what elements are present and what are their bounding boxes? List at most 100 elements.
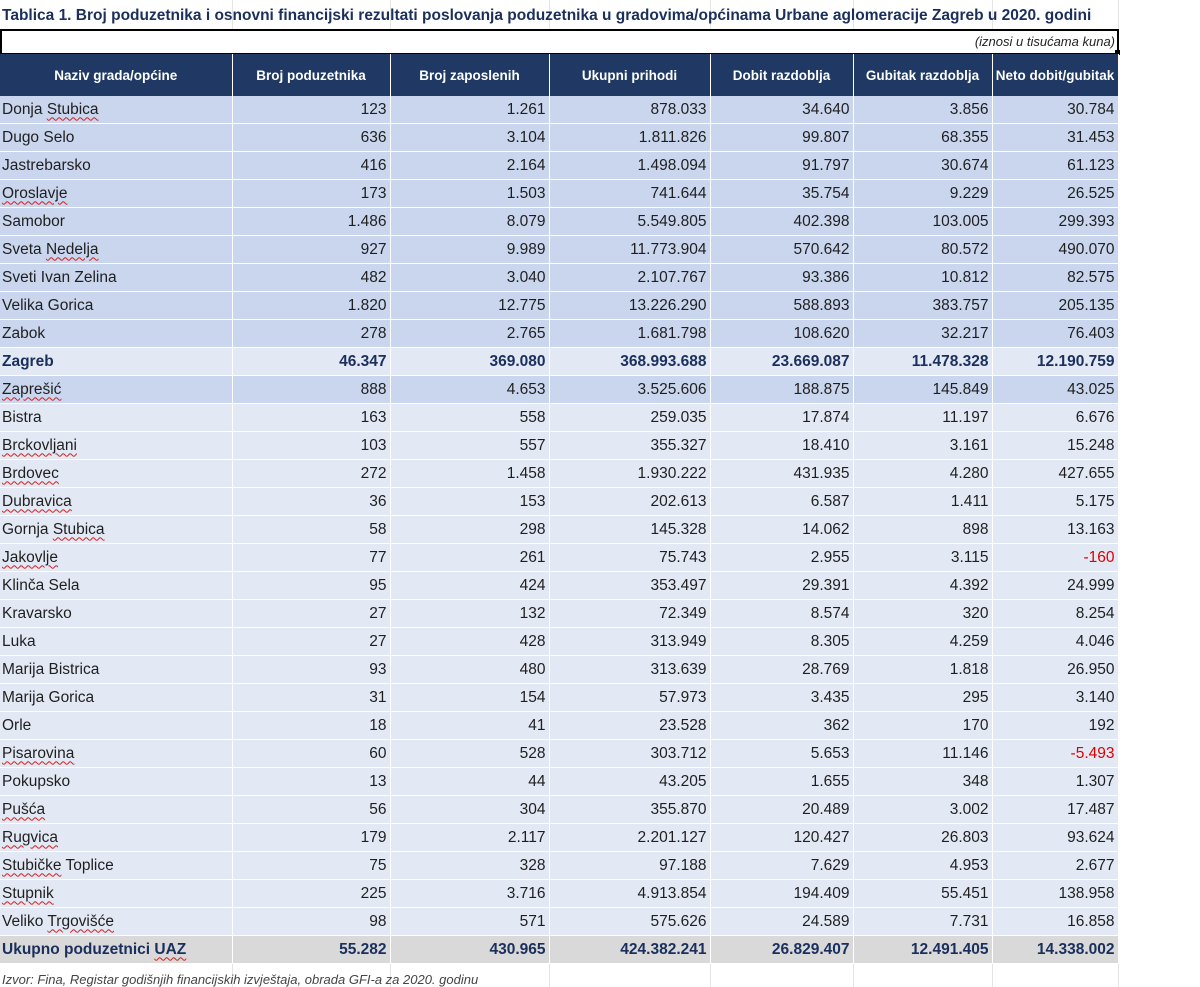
- column-header-enterprises[interactable]: Broj poduzetnika: [232, 54, 391, 96]
- cell-net[interactable]: -5.493: [992, 739, 1119, 768]
- cell-loss[interactable]: 4.392: [853, 571, 993, 600]
- cell-net[interactable]: 31.453: [992, 123, 1119, 152]
- cell-profit[interactable]: 14.062: [710, 515, 854, 544]
- cell-employees[interactable]: 41: [390, 711, 550, 740]
- cell-loss[interactable]: 11.197: [853, 403, 993, 432]
- cell-revenue[interactable]: 355.327: [549, 431, 711, 460]
- cell-loss[interactable]: 348: [853, 767, 993, 796]
- cell-profit[interactable]: 28.769: [710, 655, 854, 684]
- cell-enterprises[interactable]: 27: [232, 599, 391, 628]
- cell-enterprises[interactable]: 636: [232, 123, 391, 152]
- cell-enterprises[interactable]: 93: [232, 655, 391, 684]
- cell-net[interactable]: 13.163: [992, 515, 1119, 544]
- cell-profit[interactable]: 431.935: [710, 459, 854, 488]
- cell-employees[interactable]: 154: [390, 683, 550, 712]
- cell-profit[interactable]: 17.874: [710, 403, 854, 432]
- cell-loss[interactable]: 3.115: [853, 543, 993, 572]
- cell-employees[interactable]: 3.104: [390, 123, 550, 152]
- cell-enterprises[interactable]: 98: [232, 907, 391, 936]
- cell-loss[interactable]: 68.355: [853, 123, 993, 152]
- cell-enterprises[interactable]: 31: [232, 683, 391, 712]
- cell-net[interactable]: 5.175: [992, 487, 1119, 516]
- cell-net[interactable]: 26.950: [992, 655, 1119, 684]
- cell-net[interactable]: 490.070: [992, 235, 1119, 264]
- cell-revenue[interactable]: 878.033: [549, 96, 711, 124]
- cell-revenue[interactable]: 1.930.222: [549, 459, 711, 488]
- cell-profit[interactable]: 1.655: [710, 767, 854, 796]
- cell-enterprises[interactable]: 123: [232, 96, 391, 124]
- column-header-net[interactable]: Neto dobit/gubitak: [992, 54, 1119, 96]
- cell-enterprises[interactable]: 163: [232, 403, 391, 432]
- cell-enterprises[interactable]: 13: [232, 767, 391, 796]
- selected-cell-range[interactable]: (iznosi u tisućama kuna): [0, 29, 1119, 55]
- cell-profit[interactable]: 7.629: [710, 851, 854, 880]
- cell-loss[interactable]: 295: [853, 683, 993, 712]
- cell-employees[interactable]: 2.765: [390, 319, 550, 348]
- cell-employees[interactable]: 12.775: [390, 291, 550, 320]
- cell-revenue[interactable]: 353.497: [549, 571, 711, 600]
- cell-revenue[interactable]: 145.328: [549, 515, 711, 544]
- cell-name[interactable]: Jakovlje: [0, 543, 233, 572]
- cell-profit[interactable]: 18.410: [710, 431, 854, 460]
- cell-name[interactable]: Pokupsko: [0, 767, 233, 796]
- cell-loss[interactable]: 145.849: [853, 375, 993, 404]
- cell-revenue[interactable]: 424.382.241: [549, 935, 711, 964]
- cell-loss[interactable]: 3.002: [853, 795, 993, 824]
- cell-profit[interactable]: 20.489: [710, 795, 854, 824]
- cell-employees[interactable]: 3.716: [390, 879, 550, 908]
- cell-name[interactable]: Jastrebarsko: [0, 151, 233, 180]
- cell-loss[interactable]: 9.229: [853, 179, 993, 208]
- cell-profit[interactable]: 23.669.087: [710, 347, 854, 376]
- cell-employees[interactable]: 304: [390, 795, 550, 824]
- cell-enterprises[interactable]: 56: [232, 795, 391, 824]
- cell-net[interactable]: -160: [992, 543, 1119, 572]
- cell-loss[interactable]: 170: [853, 711, 993, 740]
- cell-profit[interactable]: 8.574: [710, 599, 854, 628]
- cell-profit[interactable]: 93.386: [710, 263, 854, 292]
- cell-profit[interactable]: 24.589: [710, 907, 854, 936]
- cell-revenue[interactable]: 303.712: [549, 739, 711, 768]
- cell-revenue[interactable]: 368.993.688: [549, 347, 711, 376]
- cell-net[interactable]: 427.655: [992, 459, 1119, 488]
- cell-loss[interactable]: 55.451: [853, 879, 993, 908]
- cell-revenue[interactable]: 313.949: [549, 627, 711, 656]
- cell-name[interactable]: Orle: [0, 711, 233, 740]
- cell-net[interactable]: 82.575: [992, 263, 1119, 292]
- cell-net[interactable]: 6.676: [992, 403, 1119, 432]
- cell-net[interactable]: 1.307: [992, 767, 1119, 796]
- cell-name[interactable]: Marija Bistrica: [0, 655, 233, 684]
- cell-net[interactable]: 93.624: [992, 823, 1119, 852]
- cell-loss[interactable]: 3.161: [853, 431, 993, 460]
- cell-enterprises[interactable]: 225: [232, 879, 391, 908]
- cell-net[interactable]: 8.254: [992, 599, 1119, 628]
- cell-employees[interactable]: 261: [390, 543, 550, 572]
- cell-name[interactable]: Dugo Selo: [0, 123, 233, 152]
- cell-revenue[interactable]: 259.035: [549, 403, 711, 432]
- cell-name[interactable]: Sveta Nedelja: [0, 235, 233, 264]
- cell-enterprises[interactable]: 179: [232, 823, 391, 852]
- cell-enterprises[interactable]: 27: [232, 627, 391, 656]
- cell-name[interactable]: Samobor: [0, 207, 233, 236]
- cell-name[interactable]: Zagreb: [0, 347, 233, 376]
- cell-net[interactable]: 14.338.002: [992, 935, 1119, 964]
- cell-profit[interactable]: 8.305: [710, 627, 854, 656]
- cell-net[interactable]: 192: [992, 711, 1119, 740]
- cell-profit[interactable]: 2.955: [710, 543, 854, 572]
- cell-revenue[interactable]: 1.681.798: [549, 319, 711, 348]
- cell-profit[interactable]: 188.875: [710, 375, 854, 404]
- cell-name[interactable]: Pisarovina: [0, 739, 233, 768]
- cell-profit[interactable]: 26.829.407: [710, 935, 854, 964]
- cell-loss[interactable]: 80.572: [853, 235, 993, 264]
- cell-enterprises[interactable]: 18: [232, 711, 391, 740]
- cell-employees[interactable]: 1.261: [390, 96, 550, 124]
- cell-profit[interactable]: 5.653: [710, 739, 854, 768]
- cell-loss[interactable]: 898: [853, 515, 993, 544]
- cell-net[interactable]: 43.025: [992, 375, 1119, 404]
- cell-employees[interactable]: 1.503: [390, 179, 550, 208]
- cell-employees[interactable]: 153: [390, 487, 550, 516]
- cell-loss[interactable]: 11.478.328: [853, 347, 993, 376]
- cell-enterprises[interactable]: 60: [232, 739, 391, 768]
- cell-employees[interactable]: 132: [390, 599, 550, 628]
- cell-loss[interactable]: 4.953: [853, 851, 993, 880]
- cell-profit[interactable]: 570.642: [710, 235, 854, 264]
